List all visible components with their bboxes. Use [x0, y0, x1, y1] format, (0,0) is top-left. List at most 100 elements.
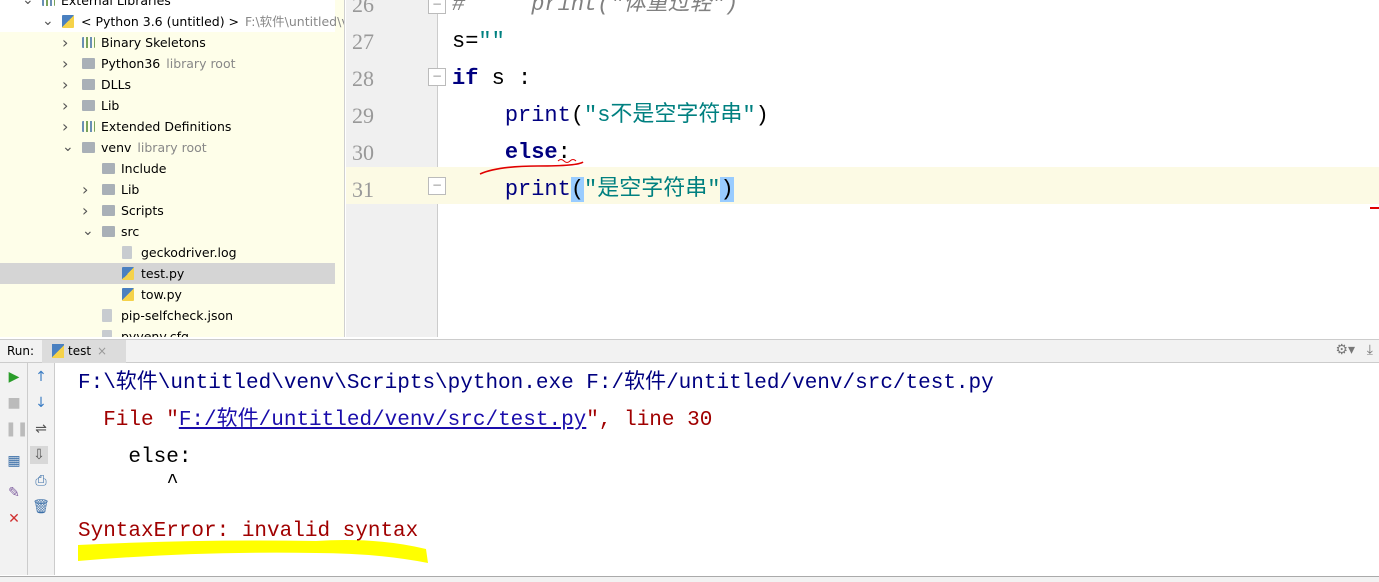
scroll-to-end-icon[interactable]: ⇩ [30, 446, 48, 464]
code-line[interactable]: s="" [452, 23, 505, 60]
run-toolbar: ▶ ■ ❚❚ ▦ ✎ ✕ [0, 363, 28, 575]
code-token: ( [570, 103, 585, 128]
console-toolbar: ↑ ↓ ⇌ ⇩ ⎙ 🗑 [28, 363, 55, 575]
fold-icon[interactable]: − [428, 177, 446, 195]
arrow-up-icon[interactable]: ↑ [32, 368, 50, 386]
line-number: 31 [352, 177, 374, 202]
project-tree: ⌄ External Libraries ⌄ < Python 3.6 (untitl… [0, 0, 345, 337]
tree-item-text: DLLs [101, 77, 132, 92]
arrow-down-icon[interactable]: ↓ [32, 394, 50, 412]
tree-item[interactable]: › Scripts [0, 200, 335, 221]
tree-item-label: geckodriver.log [141, 242, 237, 263]
chevron-right-icon[interactable]: › [62, 32, 72, 53]
hide-panel-icon[interactable]: ⤓ [1367, 342, 1373, 358]
run-tab-test[interactable]: test × [42, 340, 126, 363]
chevron-down-icon[interactable]: ⌄ [22, 0, 34, 11]
tree-item[interactable]: tow.py [0, 284, 335, 305]
tree-item[interactable]: geckodriver.log [0, 242, 335, 263]
tree-item[interactable]: ⌄ External Libraries [0, 0, 335, 11]
run-label: Run: [7, 344, 35, 358]
text-file-icon [122, 246, 132, 259]
chevron-right-icon[interactable]: › [62, 116, 72, 137]
console-output[interactable]: F:\软件\untitled\venv\Scripts\python.exe F… [56, 363, 1379, 575]
close-icon[interactable]: × [97, 344, 107, 358]
tree-item[interactable]: › Lib [0, 179, 335, 200]
console-command: F:\软件\untitled\venv\Scripts\python.exe F… [78, 372, 994, 395]
tree-item-label: Python36 library root [101, 53, 236, 74]
chevron-right-icon[interactable]: › [62, 95, 72, 116]
tree-item-label: Lib [121, 179, 139, 200]
gear-icon[interactable]: ⚙▾ [1335, 342, 1355, 358]
soft-wrap-icon[interactable]: ⇌ [32, 420, 50, 438]
pause-icon[interactable]: ❚❚ [5, 420, 28, 438]
run-panel-header: Run: test × ⚙▾ ⤓ [0, 339, 1379, 363]
python-icon [52, 344, 64, 358]
tree-item-text: Scripts [121, 203, 164, 218]
tree-item-hint: F:\软件\untitled\venv\Scripts [245, 14, 344, 29]
error-stripe-marker[interactable] [1370, 207, 1379, 209]
rerun-icon[interactable]: ▶ [5, 368, 23, 386]
library-icon [42, 0, 55, 6]
tree-item-text: src [121, 224, 140, 239]
folder-icon [102, 184, 115, 195]
tree-item-label: Binary Skeletons [101, 32, 206, 53]
pin-icon[interactable]: ✎ [5, 484, 23, 502]
trash-icon[interactable]: 🗑 [32, 498, 50, 516]
folder-icon [82, 142, 95, 153]
chevron-down-icon[interactable]: ⌄ [82, 221, 94, 242]
tree-item[interactable]: Include [0, 158, 335, 179]
print-icon[interactable]: ⎙ [32, 472, 50, 490]
folder-icon [82, 100, 95, 111]
code-line[interactable]: if s : [452, 60, 531, 97]
tree-item-hint: library root [137, 140, 207, 155]
code-token: if [452, 66, 479, 91]
tree-item[interactable]: test.py [0, 263, 335, 284]
tree-item-label: Scripts [121, 200, 164, 221]
tree-item[interactable]: ⌄ src [0, 221, 335, 242]
tree-item[interactable]: › Lib [0, 95, 335, 116]
tree-item-text: test.py [141, 266, 185, 281]
tree-item-text: Binary Skeletons [101, 35, 206, 50]
code-token: "" [478, 29, 505, 54]
red-underline-annotation [479, 159, 584, 175]
chevron-down-icon[interactable]: ⌄ [42, 11, 54, 32]
tree-item[interactable]: › DLLs [0, 74, 335, 95]
code-token: "s不是空字符串" [584, 103, 756, 128]
chevron-right-icon[interactable]: › [82, 200, 92, 221]
tree-item[interactable]: › Python36 library root [0, 53, 335, 74]
tree-item[interactable]: › Extended Definitions [0, 116, 335, 137]
tree-item[interactable]: ⌄ < Python 3.6 (untitled) > F:\软件\untitled… [0, 11, 344, 32]
tree-item[interactable]: › Binary Skeletons [0, 32, 335, 53]
code-token: # print("体重过轻") [452, 0, 739, 17]
traceback-prefix: File " [78, 409, 179, 432]
code-line[interactable]: print("s不是空字符串") [452, 97, 769, 134]
line-number: 29 [352, 103, 374, 128]
file-link[interactable]: F:/软件/untitled/venv/src/test.py [179, 409, 586, 432]
tree-item-label: < Python 3.6 (untitled) > F:\软件\untitled\… [81, 11, 344, 32]
tree-item-label: DLLs [101, 74, 131, 95]
fold-icon[interactable]: − [428, 68, 446, 86]
folder-icon [82, 58, 95, 69]
folder-icon [102, 226, 115, 237]
tree-item-text: Include [121, 161, 167, 176]
tree-item[interactable]: pyvenv.cfg [0, 326, 335, 337]
python-file-icon [122, 288, 134, 301]
close-icon[interactable]: ✕ [5, 510, 23, 528]
line-number: 27 [352, 29, 374, 54]
stop-icon[interactable]: ■ [5, 394, 23, 412]
chevron-right-icon[interactable]: › [62, 74, 72, 95]
layout-icon[interactable]: ▦ [5, 452, 23, 470]
code-token: s : [478, 66, 532, 91]
code-token: ) [720, 177, 734, 202]
chevron-right-icon[interactable]: › [82, 179, 92, 200]
tree-item[interactable]: pip-selfcheck.json [0, 305, 335, 326]
tree-item[interactable]: ⌄ venv library root [0, 137, 335, 158]
fold-icon[interactable]: − [428, 0, 446, 14]
code-line[interactable]: # print("体重过轻") [452, 0, 738, 23]
json-file-icon [102, 309, 112, 322]
chevron-down-icon[interactable]: ⌄ [62, 137, 74, 158]
code-token: ) [755, 103, 769, 128]
code-token: s= [452, 29, 479, 54]
chevron-right-icon[interactable]: › [62, 53, 72, 74]
